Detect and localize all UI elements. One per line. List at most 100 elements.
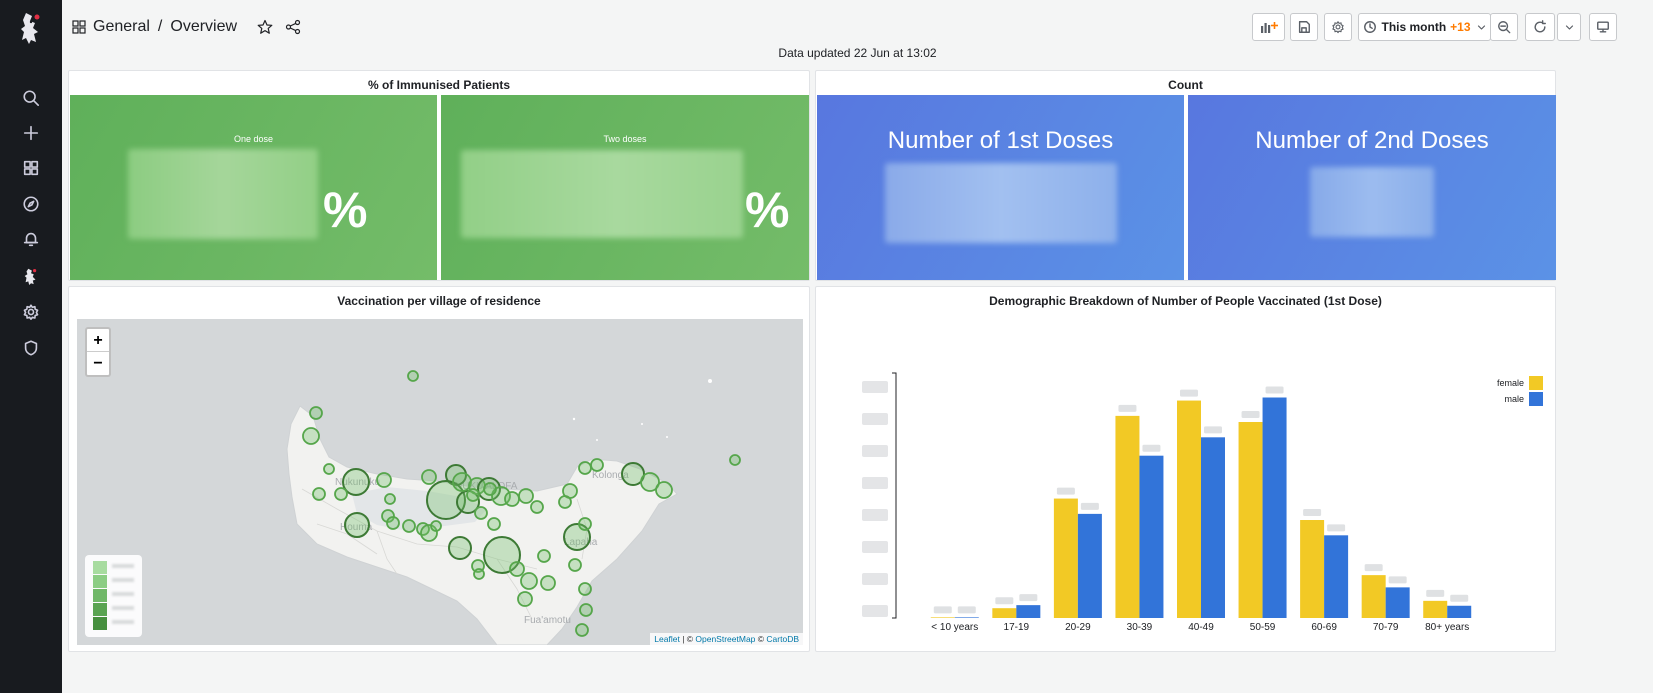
bar-female-2[interactable] bbox=[1053, 498, 1078, 618]
village-marker[interactable] bbox=[309, 406, 323, 420]
village-marker[interactable] bbox=[430, 520, 442, 532]
legend-swatch bbox=[93, 589, 107, 602]
village-marker[interactable] bbox=[474, 506, 488, 520]
leaflet-map[interactable]: Nukunuku Houma NUKU'ALOFA Lapaha Kolonga… bbox=[77, 319, 803, 645]
zoom-in-button[interactable]: + bbox=[87, 329, 109, 352]
refresh-button[interactable] bbox=[1525, 13, 1555, 41]
app-plugin-icon[interactable] bbox=[21, 266, 41, 286]
village-marker[interactable] bbox=[402, 519, 416, 533]
share-icon[interactable] bbox=[285, 19, 301, 35]
refresh-interval-dropdown[interactable] bbox=[1557, 13, 1581, 41]
village-marker[interactable] bbox=[520, 572, 538, 590]
save-dashboard-button[interactable] bbox=[1290, 13, 1318, 41]
village-marker[interactable] bbox=[578, 517, 592, 531]
village-marker[interactable] bbox=[517, 591, 533, 607]
village-marker[interactable] bbox=[530, 500, 544, 514]
redacted-data-label bbox=[1450, 594, 1469, 602]
bar-male-7[interactable] bbox=[1385, 587, 1410, 618]
village-marker[interactable] bbox=[590, 458, 604, 472]
zoom-out-time-button[interactable] bbox=[1490, 13, 1518, 41]
bar-female-7[interactable] bbox=[1361, 575, 1386, 618]
dashboard-settings-button[interactable] bbox=[1324, 13, 1352, 41]
shield-icon[interactable] bbox=[21, 338, 41, 358]
search-icon[interactable] bbox=[21, 88, 41, 108]
first-doses-stat: Number of 1st Doses bbox=[817, 95, 1184, 280]
village-marker[interactable] bbox=[312, 487, 326, 501]
bar-male-8[interactable] bbox=[1447, 605, 1472, 618]
village-map-panel[interactable]: Vaccination per village of residence Nuk… bbox=[68, 286, 810, 652]
bar-female-1[interactable] bbox=[992, 608, 1017, 618]
time-range-offset: +13 bbox=[1450, 20, 1471, 34]
village-marker[interactable] bbox=[421, 469, 437, 485]
zoom-out-button[interactable]: − bbox=[87, 352, 109, 375]
app-logo-icon[interactable] bbox=[17, 10, 45, 46]
village-marker[interactable] bbox=[448, 536, 472, 560]
village-marker[interactable] bbox=[568, 558, 582, 572]
count-panel[interactable]: Count Number of 1st Doses Number of 2nd … bbox=[815, 70, 1556, 281]
carto-link[interactable]: CartoDB bbox=[766, 634, 799, 644]
alerting-icon[interactable] bbox=[21, 229, 41, 249]
bar-female-5[interactable] bbox=[1238, 422, 1263, 618]
x-tick-label: 50-59 bbox=[1250, 622, 1276, 633]
gear-icon[interactable] bbox=[21, 302, 41, 322]
bar-male-5[interactable] bbox=[1262, 397, 1287, 619]
village-marker[interactable] bbox=[386, 516, 400, 530]
village-marker[interactable] bbox=[518, 488, 534, 504]
village-marker[interactable] bbox=[334, 487, 348, 501]
village-marker[interactable] bbox=[407, 370, 419, 382]
bar-male-6[interactable] bbox=[1324, 535, 1349, 618]
breadcrumb-folder[interactable]: General bbox=[93, 18, 150, 36]
redacted-data-label bbox=[1180, 389, 1198, 397]
demographic-chart-panel[interactable]: Demographic Breakdown of Number of Peopl… bbox=[815, 286, 1556, 652]
redacted-y-tick-label bbox=[862, 445, 888, 457]
village-marker[interactable] bbox=[729, 454, 741, 466]
village-marker[interactable] bbox=[509, 561, 525, 577]
bar-male-3[interactable] bbox=[1139, 455, 1164, 618]
village-marker[interactable] bbox=[376, 472, 392, 488]
bar-female-4[interactable] bbox=[1177, 400, 1201, 618]
osm-link[interactable]: OpenStreetMap bbox=[695, 634, 755, 644]
bar-male-4[interactable] bbox=[1201, 437, 1225, 618]
village-marker[interactable] bbox=[578, 582, 592, 596]
village-marker[interactable] bbox=[302, 427, 320, 445]
leaflet-link[interactable]: Leaflet bbox=[654, 634, 680, 644]
village-marker[interactable] bbox=[655, 481, 673, 499]
village-marker[interactable] bbox=[384, 493, 396, 505]
village-marker[interactable] bbox=[575, 623, 589, 637]
village-marker[interactable] bbox=[323, 463, 335, 475]
village-marker[interactable] bbox=[504, 491, 520, 507]
dashboards-icon[interactable] bbox=[21, 158, 41, 178]
bar-male-2[interactable] bbox=[1077, 513, 1102, 618]
star-icon[interactable] bbox=[257, 19, 273, 35]
village-marker[interactable] bbox=[487, 517, 501, 531]
dashboard-title[interactable]: Overview bbox=[170, 18, 237, 36]
time-range-picker[interactable]: This month +13 bbox=[1358, 13, 1491, 41]
legend-item-female[interactable]: female bbox=[1497, 376, 1543, 390]
village-marker[interactable] bbox=[537, 549, 551, 563]
bar-female-3[interactable] bbox=[1115, 415, 1140, 618]
bar-male-0[interactable] bbox=[954, 617, 979, 618]
village-marker[interactable] bbox=[540, 575, 556, 591]
village-marker[interactable] bbox=[344, 512, 370, 538]
village-marker[interactable] bbox=[579, 603, 593, 617]
bar-male-1[interactable] bbox=[1016, 605, 1041, 618]
chevron-down-icon bbox=[1565, 24, 1573, 30]
village-marker[interactable] bbox=[466, 488, 480, 502]
legend-item-male[interactable]: male bbox=[1504, 392, 1543, 406]
village-marker[interactable] bbox=[558, 495, 572, 509]
bar-female-6[interactable] bbox=[1300, 520, 1325, 618]
village-marker[interactable] bbox=[473, 568, 485, 580]
explore-icon[interactable] bbox=[21, 194, 41, 214]
add-panel-button[interactable] bbox=[1252, 13, 1285, 41]
bar-female-0[interactable] bbox=[930, 617, 955, 618]
redacted-value bbox=[885, 163, 1117, 243]
village-marker[interactable] bbox=[452, 472, 472, 492]
plus-icon[interactable] bbox=[21, 123, 41, 143]
refresh-icon bbox=[1534, 20, 1546, 33]
view-mode-button[interactable] bbox=[1589, 13, 1617, 41]
bar-female-8[interactable] bbox=[1423, 600, 1448, 618]
village-marker[interactable] bbox=[578, 461, 592, 475]
village-marker[interactable] bbox=[483, 482, 497, 496]
stat-label: One dose bbox=[233, 134, 274, 144]
immunised-panel[interactable]: % of Immunised Patients One dose % Two d… bbox=[68, 70, 810, 281]
